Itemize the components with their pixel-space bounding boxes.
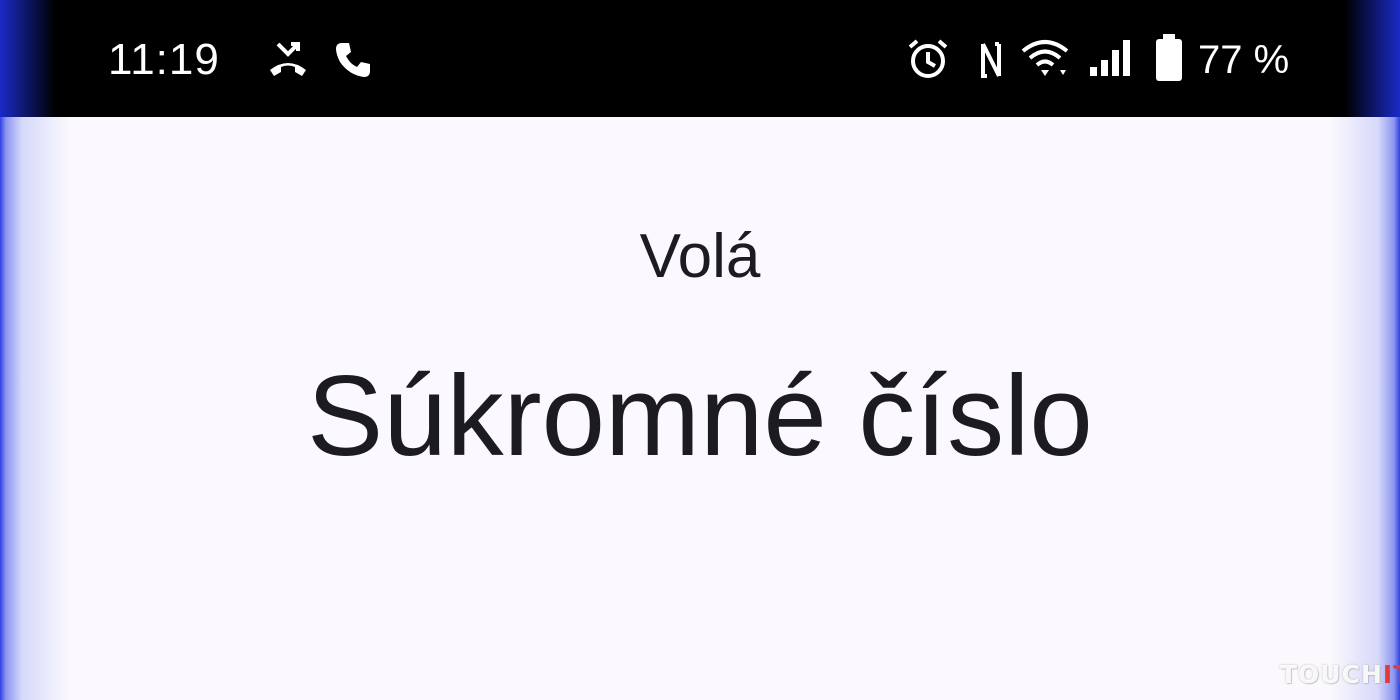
- alarm-icon: [906, 37, 950, 81]
- status-time: 11:19: [108, 35, 220, 84]
- watermark-logo: TOUCHIT: [1280, 660, 1400, 689]
- status-bar: 11:19 77 %: [0, 0, 1400, 117]
- signal-icon: [1088, 38, 1134, 78]
- watermark-accent: IT: [1382, 660, 1400, 689]
- wifi-icon: [1020, 38, 1070, 80]
- missed-call-icon: [264, 40, 312, 80]
- phone-icon: [333, 40, 373, 80]
- battery-percent: 77 %: [1198, 38, 1290, 82]
- caller-name: Súkromné číslo: [307, 353, 1093, 480]
- watermark-main: TOUCH: [1280, 660, 1383, 689]
- nfc-icon: [975, 38, 1007, 82]
- incoming-call-label: Volá: [639, 222, 761, 291]
- battery-icon: [1153, 33, 1185, 83]
